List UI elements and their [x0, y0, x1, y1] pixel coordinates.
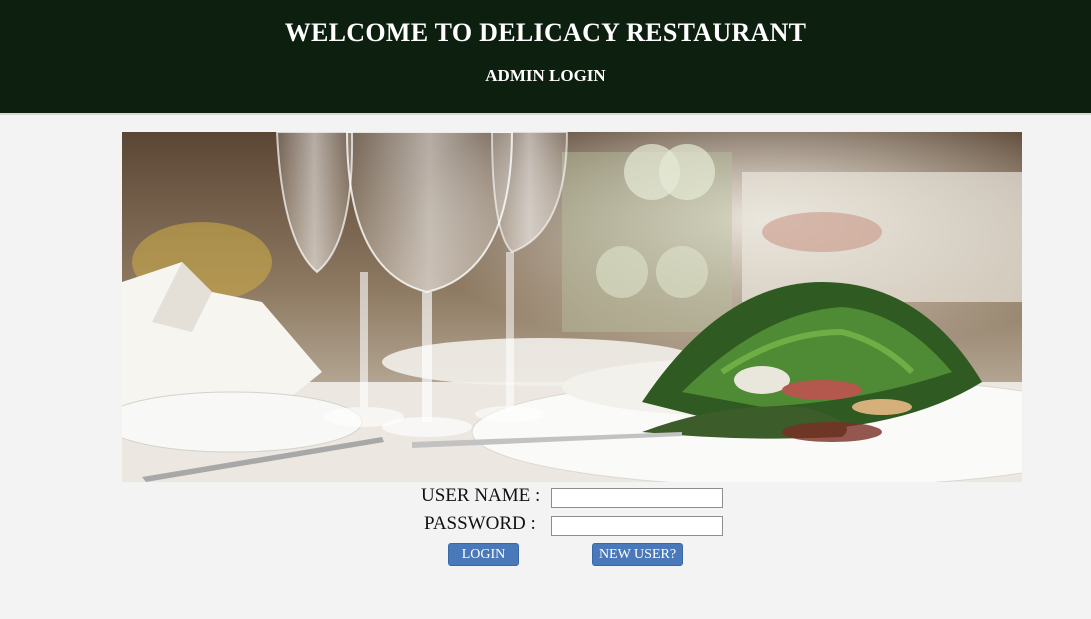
- new-user-button[interactable]: NEW USER?: [592, 543, 683, 566]
- username-label: USER NAME :: [421, 485, 541, 506]
- page-title: WELCOME TO DELICACY RESTAURANT: [284, 18, 807, 47]
- page-header: WELCOME TO DELICACY RESTAURANT ADMIN LOG…: [0, 0, 1091, 115]
- password-label: PASSWORD :: [424, 513, 536, 534]
- restaurant-table-illustration: [122, 132, 1022, 482]
- banner-image: [122, 132, 1022, 482]
- login-button[interactable]: LOGIN: [448, 543, 519, 566]
- password-input[interactable]: [551, 516, 723, 536]
- page-subtitle: ADMIN LOGIN: [485, 66, 606, 85]
- username-input[interactable]: [551, 488, 723, 508]
